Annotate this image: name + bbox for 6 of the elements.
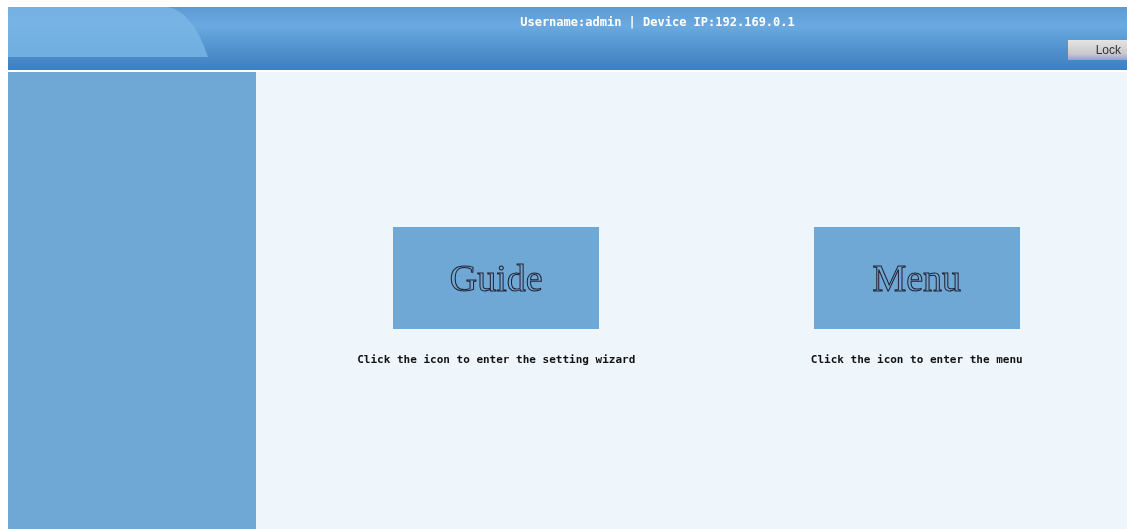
shortcut-button[interactable]: Guide [393,227,600,329]
shortcut-caption: Click the icon to enter the menu [810,353,1023,366]
user-info: Username:admin | Device IP:192.169.0.1 [519,15,796,29]
shortcut-caption: Click the icon to enter the setting wizard [357,353,636,366]
lock-button[interactable]: Lock [1068,40,1127,60]
shortcut-button[interactable]: Menu [813,227,1020,329]
